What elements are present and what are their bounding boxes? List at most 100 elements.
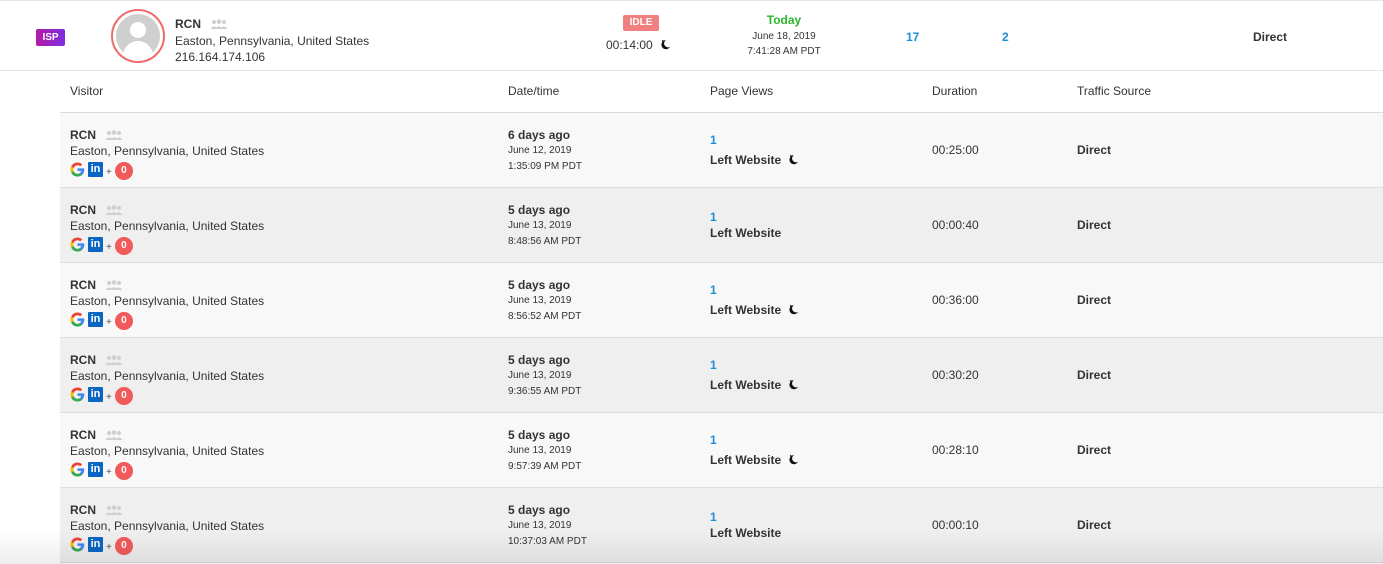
visit-status-text: Left Website (710, 303, 782, 317)
page-views-link[interactable]: 1 (710, 133, 717, 147)
page-views-link[interactable]: 1 (710, 210, 717, 224)
visit-time: 8:48:56 AM PDT (508, 236, 582, 247)
linkedin-icon[interactable]: in (88, 386, 103, 402)
visit-duration: 00:36:00 (932, 293, 979, 307)
visitor-name-text: RCN (70, 353, 96, 367)
moon-icon (789, 155, 799, 165)
table-row[interactable]: RCN Easton, Pennsylvania, United States … (60, 338, 1383, 413)
header-duration[interactable]: Duration (932, 84, 977, 98)
idle-time: 00:14:00 (606, 38, 671, 52)
visitor-name[interactable]: RCN (70, 428, 123, 442)
visit-status-text: Left Website (710, 378, 782, 392)
plus-sign: + (106, 316, 112, 328)
visits-table: Visitor Date/time Page Views Duration Tr… (60, 71, 1383, 564)
visitor-name-text: RCN (70, 278, 96, 292)
visits-count-link[interactable]: 17 (906, 30, 919, 44)
visit-time: 8:56:52 AM PDT (508, 311, 582, 322)
visit-day: Today (766, 13, 802, 27)
people-icon (105, 130, 123, 140)
traffic-source: Direct (1253, 30, 1288, 44)
google-icon[interactable] (70, 161, 85, 177)
people-icon (105, 505, 123, 515)
table-row[interactable]: RCN Easton, Pennsylvania, United States … (60, 488, 1383, 563)
google-icon[interactable] (70, 461, 85, 477)
visitor-name[interactable]: RCN (70, 353, 123, 367)
visitor-name[interactable]: RCN (70, 278, 123, 292)
google-icon[interactable] (70, 536, 85, 552)
table-row[interactable]: RCN Easton, Pennsylvania, United States … (60, 113, 1383, 188)
count-badge[interactable]: 0 (114, 537, 133, 555)
visit-time: 1:35:09 PM PDT (508, 161, 582, 172)
visit-duration: 00:30:20 (932, 368, 979, 382)
social-icons: in + 0 (70, 160, 133, 180)
traffic-source: Direct (1077, 218, 1112, 232)
table-header: Visitor Date/time Page Views Duration Tr… (60, 71, 1383, 113)
traffic-source: Direct (1077, 293, 1112, 307)
visit-time: 9:36:55 AM PDT (508, 386, 582, 397)
linkedin-icon[interactable]: in (88, 311, 103, 327)
relative-date: 5 days ago (508, 353, 571, 367)
plus-sign: + (106, 466, 112, 478)
moon-icon (789, 455, 799, 465)
visitor-location: Easton, Pennsylvania, United States (70, 219, 265, 233)
page-views-link[interactable]: 1 (710, 510, 717, 524)
page-views-link[interactable]: 1 (710, 283, 717, 297)
count-badge[interactable]: 0 (114, 387, 133, 405)
count-badge[interactable]: 0 (114, 237, 133, 255)
pages-count-link[interactable]: 2 (1002, 30, 1009, 44)
visit-duration: 00:00:40 (932, 218, 979, 232)
visit-status: Left Website (710, 526, 781, 540)
social-icons: in + 0 (70, 535, 133, 555)
visitor-name[interactable]: RCN (70, 503, 123, 517)
visit-date: June 18, 2019 (752, 31, 816, 42)
visitor-name[interactable]: RCN (70, 203, 123, 217)
google-icon[interactable] (70, 311, 85, 327)
visitor-location: Easton, Pennsylvania, United States (175, 34, 370, 48)
linkedin-icon[interactable]: in (88, 461, 103, 477)
visit-date: June 13, 2019 (508, 445, 572, 456)
visitor-name[interactable]: RCN (70, 128, 123, 142)
linkedin-icon[interactable]: in (88, 236, 103, 252)
people-icon (210, 19, 228, 29)
visitor-location: Easton, Pennsylvania, United States (70, 444, 265, 458)
header-traffic-source[interactable]: Traffic Source (1077, 84, 1151, 98)
visitor-summary-row[interactable]: ISP RCN Easton, Pennsylvania, United Sta… (0, 0, 1383, 71)
plus-sign: + (106, 391, 112, 403)
count-badge[interactable]: 0 (114, 462, 133, 480)
moon-icon (661, 40, 671, 50)
isp-badge: ISP (36, 29, 65, 46)
count-badge[interactable]: 0 (114, 162, 133, 180)
visit-duration: 00:28:10 (932, 443, 979, 457)
linkedin-icon[interactable]: in (88, 536, 103, 552)
visit-status-text: Left Website (710, 153, 782, 167)
relative-date: 6 days ago (508, 128, 571, 142)
visit-status: Left Website (710, 153, 799, 167)
plus-sign: + (106, 166, 112, 178)
header-visitor[interactable]: Visitor (70, 84, 103, 98)
visitor-location: Easton, Pennsylvania, United States (70, 294, 265, 308)
visitor-name-text: RCN (70, 128, 96, 142)
header-datetime[interactable]: Date/time (508, 84, 559, 98)
moon-icon (789, 305, 799, 315)
page-views-link[interactable]: 1 (710, 358, 717, 372)
page-views-link[interactable]: 1 (710, 433, 717, 447)
table-row[interactable]: RCN Easton, Pennsylvania, United States … (60, 263, 1383, 338)
visitor-location: Easton, Pennsylvania, United States (70, 369, 265, 383)
relative-date: 5 days ago (508, 278, 571, 292)
google-icon[interactable] (70, 386, 85, 402)
visitor-name[interactable]: RCN (175, 17, 228, 31)
traffic-source: Direct (1077, 368, 1112, 382)
linkedin-icon[interactable]: in (88, 161, 103, 177)
table-row[interactable]: RCN Easton, Pennsylvania, United States … (60, 188, 1383, 263)
visit-duration: 00:00:10 (932, 518, 979, 532)
count-badge[interactable]: 0 (114, 312, 133, 330)
social-icons: in + 0 (70, 460, 133, 480)
header-page-views[interactable]: Page Views (710, 84, 773, 98)
plus-sign: + (106, 541, 112, 553)
relative-date: 5 days ago (508, 503, 571, 517)
avatar[interactable] (111, 9, 165, 63)
table-row[interactable]: RCN Easton, Pennsylvania, United States … (60, 413, 1383, 488)
user-silhouette-icon (116, 14, 160, 58)
google-icon[interactable] (70, 236, 85, 252)
visit-date: June 12, 2019 (508, 145, 572, 156)
